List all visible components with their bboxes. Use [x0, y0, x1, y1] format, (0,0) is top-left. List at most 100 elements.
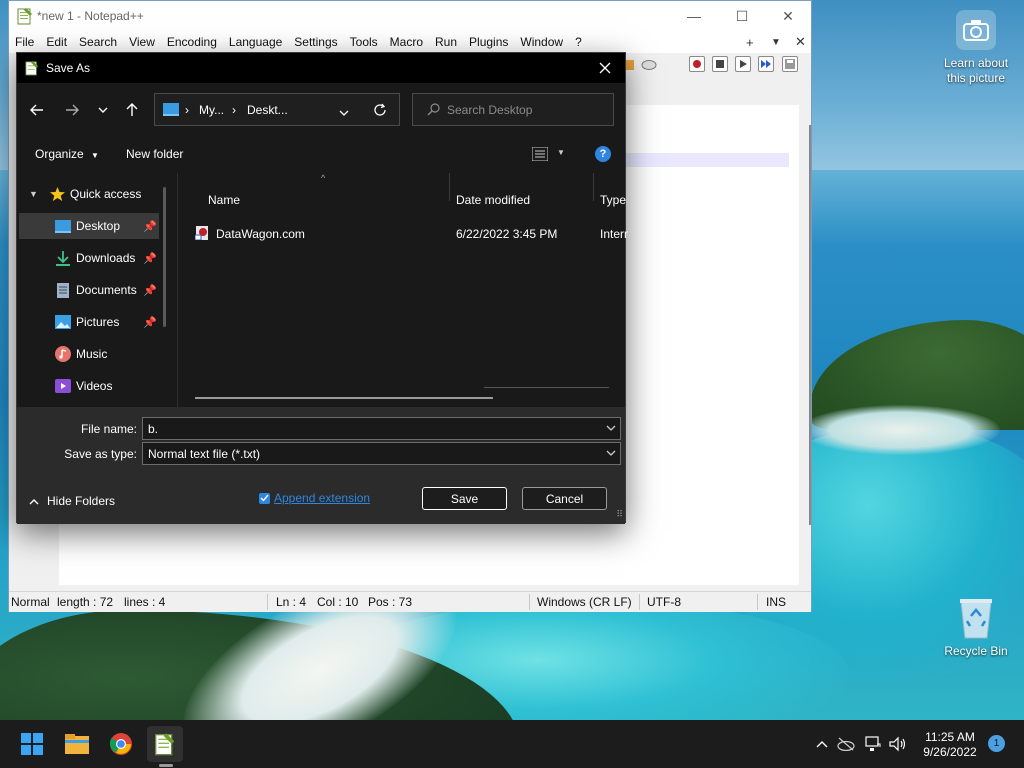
- back-button[interactable]: [27, 100, 47, 120]
- nav-item-label: Videos: [76, 379, 113, 393]
- close-tab-button[interactable]: ✕: [795, 31, 806, 53]
- menu-encoding[interactable]: Encoding: [161, 35, 223, 49]
- play-macro-icon[interactable]: [735, 56, 751, 72]
- star-icon: [49, 186, 65, 202]
- menu-help[interactable]: ?: [569, 35, 588, 49]
- up-folder-button[interactable]: [122, 100, 142, 120]
- dialog-body: ▼ Quick access Desktop 📌 Downloads 📌 Doc…: [17, 173, 628, 407]
- menu-plugins[interactable]: Plugins: [463, 35, 514, 49]
- address-dropdown-icon[interactable]: [339, 106, 349, 120]
- breadcrumb-this-pc[interactable]: My...: [199, 103, 224, 117]
- menu-file[interactable]: File: [9, 35, 40, 49]
- refresh-icon[interactable]: [373, 103, 387, 120]
- minimize-button[interactable]: —: [671, 1, 717, 31]
- save-macro-icon[interactable]: [782, 56, 798, 72]
- organize-button[interactable]: Organize ▼: [35, 147, 99, 161]
- cancel-button[interactable]: Cancel: [522, 487, 607, 510]
- menu-window[interactable]: Window: [514, 35, 569, 49]
- search-box[interactable]: [412, 93, 614, 126]
- nav-item-label: Documents: [76, 283, 137, 297]
- stop-macro-icon[interactable]: [712, 56, 728, 72]
- nav-desktop[interactable]: Desktop 📌: [19, 213, 159, 239]
- menu-edit[interactable]: Edit: [40, 35, 73, 49]
- expand-chevron-icon[interactable]: ▼: [29, 189, 38, 199]
- taskbar: 11:25 AM 9/26/2022 1: [0, 720, 1024, 768]
- hide-folders-button[interactable]: Hide Folders: [29, 494, 115, 508]
- system-clock[interactable]: 11:25 AM 9/26/2022: [915, 730, 985, 760]
- menu-tools[interactable]: Tools: [344, 35, 384, 49]
- file-name-field[interactable]: [142, 417, 621, 440]
- record-macro-icon[interactable]: [689, 56, 705, 72]
- column-type[interactable]: Type: [600, 193, 626, 207]
- cloud-icon[interactable]: [641, 56, 657, 72]
- save-as-type-value: Normal text file (*.txt): [148, 447, 261, 461]
- menu-search[interactable]: Search: [73, 35, 123, 49]
- column-date-modified[interactable]: Date modified: [456, 193, 530, 207]
- sort-ascending-icon: ^: [321, 173, 326, 183]
- view-options-icon[interactable]: [531, 146, 549, 164]
- file-type: Intern: [600, 227, 628, 241]
- command-bar: Organize ▼ New folder ▼ ?: [17, 135, 625, 173]
- volume-icon[interactable]: [889, 735, 907, 753]
- new-tab-button[interactable]: +: [746, 31, 754, 53]
- file-name-input[interactable]: [143, 418, 620, 439]
- menu-macro[interactable]: Macro: [384, 35, 429, 49]
- file-name-label: File name:: [80, 422, 137, 436]
- nav-videos[interactable]: Videos: [19, 373, 159, 399]
- menu-language[interactable]: Language: [223, 35, 288, 49]
- save-button[interactable]: Save: [422, 487, 507, 510]
- nav-item-label: Downloads: [76, 251, 136, 265]
- chevron-down-icon[interactable]: [606, 446, 616, 460]
- horizontal-scrollbar[interactable]: [195, 397, 493, 399]
- notepad-plus-plus-icon: [25, 60, 39, 79]
- status-mode: Normal: [11, 595, 50, 609]
- close-button[interactable]: ✕: [765, 1, 811, 31]
- save-as-type-select[interactable]: Normal text file (*.txt): [142, 442, 621, 465]
- dialog-title-bar[interactable]: Save As: [17, 53, 625, 83]
- close-icon: [599, 62, 611, 74]
- menu-settings[interactable]: Settings: [288, 35, 343, 49]
- recycle-bin-shortcut[interactable]: Recycle Bin: [938, 596, 1014, 659]
- download-icon: [55, 250, 71, 266]
- arrow-up-icon: [126, 103, 138, 116]
- nav-quick-access[interactable]: ▼ Quick access: [19, 181, 159, 207]
- view-dropdown-icon[interactable]: ▼: [557, 148, 565, 157]
- address-bar[interactable]: › My... › Deskt...: [154, 93, 400, 126]
- new-folder-button[interactable]: New folder: [126, 147, 183, 161]
- resize-grip[interactable]: ⠿: [616, 509, 623, 520]
- chevron-down-icon[interactable]: [606, 421, 616, 435]
- notification-badge[interactable]: 1: [988, 735, 1005, 752]
- caret-down-icon: ▼: [91, 151, 99, 160]
- maximize-button[interactable]: ☐: [719, 1, 765, 31]
- notepad-title-bar[interactable]: *new 1 - Notepad++ — ☐ ✕: [9, 1, 811, 31]
- column-name[interactable]: Name: [208, 193, 240, 207]
- windows-start-icon[interactable]: [14, 726, 50, 762]
- onedrive-offline-icon[interactable]: [837, 735, 855, 753]
- chrome-icon[interactable]: [103, 726, 139, 762]
- nav-pane-scrollbar[interactable]: [163, 187, 166, 327]
- breadcrumb-desktop[interactable]: Deskt...: [247, 103, 288, 117]
- menu-view[interactable]: View: [123, 35, 161, 49]
- forward-button[interactable]: [62, 100, 82, 120]
- editor-scrollbar[interactable]: [809, 125, 811, 525]
- menu-run[interactable]: Run: [429, 35, 463, 49]
- search-input[interactable]: [447, 101, 607, 119]
- nav-downloads[interactable]: Downloads 📌: [19, 245, 159, 271]
- run-macro-multiple-icon[interactable]: [758, 56, 774, 72]
- help-icon[interactable]: ?: [595, 146, 611, 162]
- file-explorer-icon[interactable]: [59, 726, 95, 762]
- recent-locations-button[interactable]: [93, 100, 113, 120]
- show-hidden-icons-chevron-icon[interactable]: [813, 735, 831, 753]
- tab-list-dropdown[interactable]: ▼: [771, 31, 781, 53]
- learn-about-picture-shortcut[interactable]: Learn about this picture: [938, 10, 1014, 86]
- nav-pictures[interactable]: Pictures 📌: [19, 309, 159, 335]
- append-extension-checkbox[interactable]: Append extension: [259, 491, 370, 505]
- menu-bar: File Edit Search View Encoding Language …: [9, 31, 811, 53]
- network-icon[interactable]: [864, 735, 882, 753]
- pin-icon: 📌: [143, 220, 157, 233]
- nav-music[interactable]: Music: [19, 341, 159, 367]
- notepad-plus-plus-icon: [17, 7, 33, 25]
- notepad-plus-plus-icon[interactable]: [147, 726, 183, 762]
- nav-documents[interactable]: Documents 📌: [19, 277, 159, 303]
- dialog-close-button[interactable]: [591, 55, 619, 81]
